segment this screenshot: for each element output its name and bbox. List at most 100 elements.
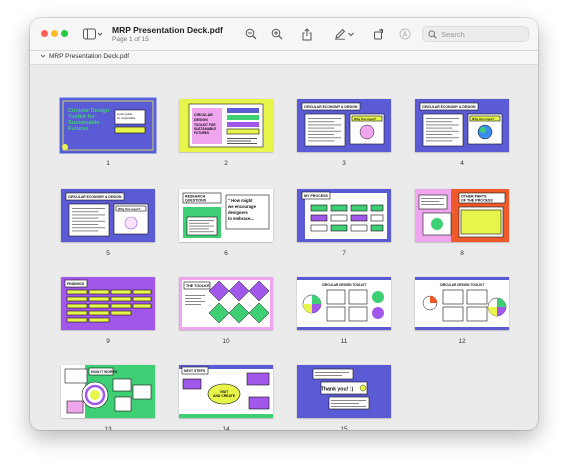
page-thumbnail[interactable]: HOW IT WORKS — [61, 365, 155, 418]
page-thumbnail[interactable]: FINDINGS — [61, 277, 155, 330]
search-input[interactable] — [441, 29, 526, 39]
search-field[interactable] — [422, 26, 529, 42]
page-thumbnail[interactable]: CIRCULAR ECONOMY & DESIGN Why this topic? — [297, 99, 391, 152]
page-thumbnail-image: RESEARCHQUESTIONS " How mightwe encourage… — [179, 189, 273, 242]
page-thumbnail-image: CIRCULAR DESIGN TOOLKIT — [415, 277, 509, 330]
thumbnail-grid: Circular Design Toolkit for Sustainable Fut… — [30, 65, 538, 430]
page-thumbnail[interactable]: RESEARCH QUESTIONS " How might we encourage… — [179, 189, 273, 242]
svg-text:designers: designers — [228, 210, 248, 215]
rotate-icon — [374, 28, 384, 40]
page-thumbnail[interactable]: CIRCULAR ECONOMY & DESIGN Why this topic? — [415, 99, 509, 152]
svg-text:CIRCULAR ECONOMY & DESIGN: CIRCULAR ECONOMY & DESIGN — [68, 195, 122, 199]
share-button[interactable] — [300, 27, 314, 41]
page-number-label: 4 — [460, 160, 464, 167]
page-thumbnail[interactable]: OTHER PARTS OF THE PROCESS — [415, 189, 509, 242]
page-number-label: 5 — [106, 250, 110, 257]
svg-text:CIRCULAR ECONOMY & DESIGN: CIRCULAR ECONOMY & DESIGN — [422, 105, 476, 109]
page-thumbnail[interactable]: THE TOOLKIT — [179, 277, 273, 330]
page-number-label: 13 — [104, 426, 112, 430]
page-thumbnail-image: CIRCULARDESIGNTOOLKIT FORSUSTAINABLEFUTU… — [179, 99, 273, 152]
zoom-out-icon — [245, 28, 257, 40]
svg-text:" How might: " How might — [228, 198, 253, 203]
page-number-label: 6 — [224, 250, 228, 257]
page-thumbnail[interactable]: CIRCULAR ECONOMY & DESIGN Why this topic? — [61, 189, 155, 242]
svg-text:Why this topic?: Why this topic? — [354, 117, 376, 121]
preview-window: MRP Presentation Deck.pdf Page 1 of 15 S… — [30, 18, 538, 430]
sidebar-toggle-button[interactable] — [82, 27, 104, 41]
page-number-label: 7 — [342, 250, 346, 257]
svg-text:FUTURES: FUTURES — [194, 131, 209, 135]
page-thumbnail-image: HOW IT WORKS — [61, 365, 155, 418]
zoom-out-button[interactable] — [244, 27, 258, 41]
share-icon — [302, 27, 312, 40]
page-thumbnail-image: NEXT STEPSVISITAND CREATE — [179, 365, 273, 418]
svg-text:OF THE PROCESS: OF THE PROCESS — [461, 199, 493, 203]
svg-text:MY PROCESS: MY PROCESS — [304, 194, 329, 198]
page-thumbnail-image: CIRCULAR ECONOMY & DESIGN Why this topic? — [415, 99, 509, 152]
search-icon — [428, 29, 437, 39]
svg-text:Why this topic?: Why this topic? — [472, 117, 494, 121]
disclosure-chevron-icon[interactable] — [40, 53, 46, 59]
maximize-window-button[interactable] — [61, 30, 68, 37]
page-thumbnail[interactable]: CIRCULAR DESIGN TOOLKIT FOR SUSTAINABLE FUTU… — [179, 99, 273, 152]
svg-text:Thank you! :): Thank you! :) — [321, 387, 354, 393]
page-thumbnail-image: Circular DesignToolkit forSustainableFut… — [61, 99, 155, 152]
markup-pen-icon — [335, 28, 346, 40]
page-number-label: 14 — [222, 426, 230, 430]
page-thumbnail-image: CIRCULAR ECONOMY & DESIGN Why this topic? — [61, 189, 155, 242]
page-number-label: 1 — [106, 160, 110, 167]
page-number-label: 11 — [340, 338, 348, 345]
zoom-in-icon — [271, 28, 283, 40]
svg-text:to embrace...: to embrace... — [228, 216, 254, 221]
page-thumbnail[interactable]: NEXT STEPS VISIT AND CREATE — [179, 365, 273, 418]
page-indicator: Page 1 of 15 — [112, 36, 149, 43]
svg-text:QUESTIONS: QUESTIONS — [185, 199, 207, 203]
accessibility-button[interactable] — [398, 27, 412, 41]
page-number-label: 8 — [460, 250, 464, 257]
page-thumbnail[interactable]: CIRCULAR DESIGN TOOLKIT — [297, 277, 391, 330]
page-thumbnail-image: THE TOOLKIT — [179, 277, 273, 330]
svg-text:CIRCULAR ECONOMY & DESIGN: CIRCULAR ECONOMY & DESIGN — [304, 105, 358, 109]
document-title: MRP Presentation Deck.pdf — [112, 25, 223, 35]
svg-text:THE TOOLKIT: THE TOOLKIT — [186, 284, 211, 288]
accessibility-icon — [399, 28, 411, 40]
page-thumbnail-image: FINDINGS — [61, 277, 155, 330]
markup-menu-button[interactable] — [347, 27, 355, 41]
svg-text:Why this topic?: Why this topic? — [118, 207, 140, 211]
page-thumbnail[interactable]: MY PROCESS — [297, 189, 391, 242]
svg-text:CIRCULAR: CIRCULAR — [194, 113, 213, 117]
svg-text:AND CREATE: AND CREATE — [213, 394, 236, 398]
markup-button[interactable] — [333, 27, 347, 41]
page-number-label: 9 — [106, 338, 110, 345]
page-thumbnail-image: OTHER PARTSOF THE PROCESS — [415, 189, 509, 242]
title-bar: MRP Presentation Deck.pdf Page 1 of 15 — [30, 18, 538, 51]
document-path-bar[interactable]: MRP Presentation Deck.pdf — [30, 51, 538, 65]
close-window-button[interactable] — [41, 30, 48, 37]
page-number-label: 3 — [342, 160, 346, 167]
svg-text:FINDINGS: FINDINGS — [67, 282, 85, 286]
rotate-button[interactable] — [372, 27, 386, 41]
page-thumbnail-image: CIRCULAR ECONOMY & DESIGN Why this topic? — [297, 99, 391, 152]
page-thumbnail[interactable]: Circular Design Toolkit for Sustainable Fut… — [61, 99, 155, 152]
minimize-window-button[interactable] — [51, 30, 58, 37]
svg-text:HOW IT WORKS: HOW IT WORKS — [91, 370, 118, 374]
page-number-label: 12 — [458, 338, 466, 345]
svg-text:NEXT STEPS: NEXT STEPS — [184, 369, 206, 373]
zoom-in-button[interactable] — [270, 27, 284, 41]
svg-text:we encourage: we encourage — [227, 204, 257, 209]
svg-text:CIRCULAR DESIGN TOOLKIT: CIRCULAR DESIGN TOOLKIT — [440, 283, 485, 287]
page-thumbnail-image: Thank you! :) — [297, 365, 391, 418]
page-thumbnail[interactable]: CIRCULAR DESIGN TOOLKIT — [415, 277, 509, 330]
page-thumbnail-image: CIRCULAR DESIGN TOOLKIT — [297, 277, 391, 330]
page-number-label: 10 — [222, 338, 230, 345]
svg-text:CIRCULAR DESIGN TOOLKIT: CIRCULAR DESIGN TOOLKIT — [322, 283, 367, 287]
page-thumbnail-image: MY PROCESS — [297, 189, 391, 242]
document-path-label: MRP Presentation Deck.pdf — [49, 53, 130, 60]
svg-text:DESIGN: DESIGN — [194, 118, 208, 122]
svg-text:Futures: Futures — [68, 126, 89, 132]
page-number-label: 15 — [340, 426, 348, 430]
chevron-down-icon — [348, 32, 354, 37]
page-number-label: 2 — [224, 160, 228, 167]
svg-text:for responsible: for responsible — [117, 116, 136, 120]
page-thumbnail[interactable]: Thank you! :) — [297, 365, 391, 418]
